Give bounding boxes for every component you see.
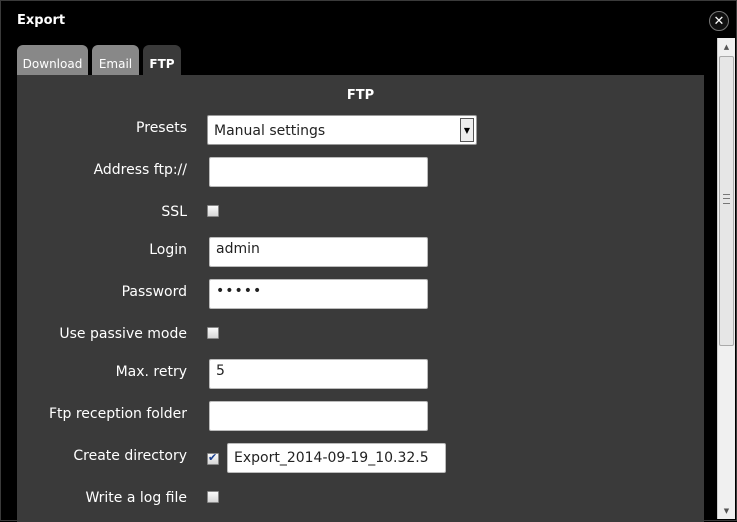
presets-select[interactable]: Manual settings ▼	[207, 115, 477, 145]
create-directory-checkbox[interactable]	[207, 451, 219, 465]
reception-folder-input[interactable]	[209, 401, 428, 431]
scroll-thumb[interactable]	[719, 56, 734, 346]
directory-name-input[interactable]: Export_2014-09-19_10.32.5	[227, 443, 446, 473]
ssl-label: SSL	[161, 204, 187, 220]
panel-title: FTP	[346, 88, 375, 103]
presets-label: Presets	[136, 120, 187, 136]
vertical-scrollbar[interactable]: ▲ ▼	[717, 38, 735, 519]
address-label: Address ftp://	[93, 162, 187, 178]
address-input[interactable]	[209, 157, 428, 187]
create-directory-label: Create directory	[73, 448, 187, 464]
dropdown-arrow-icon[interactable]: ▼	[460, 118, 474, 142]
passive-mode-label: Use passive mode	[59, 326, 187, 342]
presets-selected-value: Manual settings	[214, 123, 326, 139]
export-dialog: Export ✕ Download Email FTP FTP Presets …	[0, 0, 737, 522]
ftp-panel: FTP Presets Manual settings ▼ Address ft…	[17, 75, 704, 522]
tab-ftp[interactable]: FTP	[143, 45, 181, 75]
max-retry-input[interactable]: 5	[209, 359, 428, 389]
reception-folder-label: Ftp reception folder	[48, 406, 187, 422]
max-retry-label: Max. retry	[115, 364, 187, 380]
password-label: Password	[121, 284, 187, 300]
grip-icon	[723, 194, 730, 204]
password-input[interactable]: •••••	[209, 279, 428, 309]
log-file-label: Write a log file	[85, 490, 187, 506]
login-input[interactable]: admin	[209, 237, 428, 267]
scroll-up-icon[interactable]: ▲	[718, 38, 735, 55]
tab-email[interactable]: Email	[92, 45, 139, 75]
tab-download[interactable]: Download	[17, 45, 88, 75]
dialog-title: Export	[17, 13, 66, 28]
scroll-down-icon[interactable]: ▼	[718, 502, 735, 519]
login-label: Login	[149, 242, 187, 258]
close-icon[interactable]: ✕	[709, 11, 729, 31]
ssl-checkbox[interactable]	[207, 205, 219, 217]
log-file-checkbox[interactable]	[207, 491, 219, 503]
passive-mode-checkbox[interactable]	[207, 327, 219, 339]
